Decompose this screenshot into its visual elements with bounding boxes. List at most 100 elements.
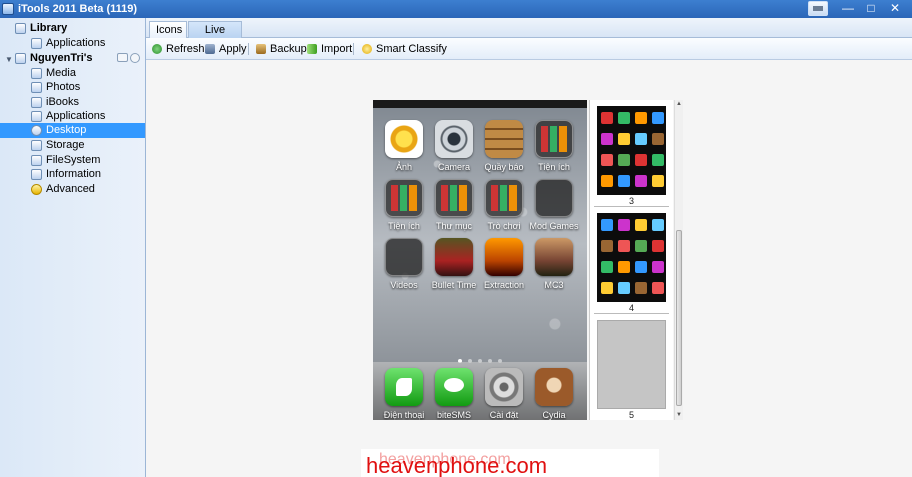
sidebar-item-library-applications[interactable]: Applications bbox=[0, 36, 145, 51]
mini-app-icon bbox=[618, 219, 630, 231]
scroll-down-arrow-icon[interactable]: ▼ bbox=[675, 411, 683, 419]
apply-button[interactable]: Apply bbox=[205, 41, 247, 57]
dock-app-settings[interactable]: Cài đặt bbox=[479, 368, 529, 420]
app-bullet-time[interactable]: Bullet Time bbox=[429, 238, 479, 296]
page-thumb-3[interactable]: 3 bbox=[594, 103, 669, 207]
folder-games[interactable]: Trò chơi bbox=[479, 179, 529, 237]
toolbar: Refresh Apply Backup Import Smart Classi… bbox=[146, 38, 912, 60]
mini-app-icon bbox=[618, 133, 630, 145]
mini-app-icon bbox=[652, 240, 664, 252]
mini-app-icon bbox=[635, 240, 647, 252]
mini-app-icon bbox=[635, 154, 647, 166]
mini-app-icon bbox=[635, 261, 647, 273]
app-photos[interactable]: Ảnh bbox=[379, 120, 429, 178]
minimize-button[interactable]: — bbox=[838, 1, 858, 16]
folder-videos[interactable]: Videos bbox=[379, 238, 429, 296]
title-bar: iTools 2011 Beta (1119) — □ ✕ bbox=[0, 0, 912, 18]
refresh-label: Refresh bbox=[166, 43, 205, 55]
mini-app-icon bbox=[635, 219, 647, 231]
page-thumb-4[interactable]: 4 bbox=[594, 210, 669, 314]
smart-classify-label: Smart Classify bbox=[376, 43, 447, 55]
sidebar-item-filesystem[interactable]: FileSystem bbox=[0, 153, 145, 168]
sms-bubble-icon bbox=[435, 368, 473, 406]
library-icon bbox=[15, 23, 26, 34]
tab-icons[interactable]: Icons bbox=[149, 21, 187, 38]
app-newsstand[interactable]: Quầy báo bbox=[479, 120, 529, 178]
toolbar-separator bbox=[353, 43, 354, 55]
app-extraction[interactable]: Extraction bbox=[479, 238, 529, 296]
page-thumbnails: 3 4 5 bbox=[589, 100, 673, 420]
mini-app-icon bbox=[601, 219, 613, 231]
filesystem-icon bbox=[31, 155, 42, 166]
close-button[interactable]: ✕ bbox=[884, 1, 906, 16]
dock-app-phone[interactable]: Điện thoại bbox=[379, 368, 429, 420]
folder-utilities-2[interactable]: Tiện ích bbox=[379, 179, 429, 237]
tray-icon[interactable] bbox=[808, 1, 828, 16]
scroll-up-arrow-icon[interactable]: ▲ bbox=[675, 100, 683, 108]
mini-app-icon bbox=[618, 240, 630, 252]
vertical-scrollbar[interactable]: ▲ ▼ bbox=[674, 100, 683, 420]
mini-app-icon bbox=[652, 154, 664, 166]
page-number: 3 bbox=[628, 196, 634, 206]
sidebar-group-library[interactable]: Library bbox=[0, 21, 145, 36]
sidebar-group-label: NguyenTri's bbox=[30, 52, 93, 64]
folder-icon bbox=[435, 179, 473, 217]
dock-app-cydia[interactable]: Cydia bbox=[529, 368, 579, 420]
sidebar-item-label: Storage bbox=[46, 139, 85, 151]
backup-button[interactable]: Backup bbox=[256, 41, 307, 57]
sidebar-item-label: iBooks bbox=[46, 96, 80, 108]
mini-app-icon bbox=[601, 133, 613, 145]
import-button[interactable]: Import bbox=[307, 41, 353, 57]
mini-app-icon bbox=[635, 112, 647, 124]
sidebar-item-advanced[interactable]: Advanced bbox=[0, 182, 145, 197]
sidebar-item-photos[interactable]: Photos bbox=[0, 80, 145, 95]
sidebar-item-label: FileSystem bbox=[46, 154, 101, 166]
gear-icon bbox=[485, 368, 523, 406]
mini-app-icon bbox=[635, 282, 647, 294]
window-title: iTools 2011 Beta (1119) bbox=[18, 3, 138, 15]
sidebar-item-applications[interactable]: Applications bbox=[0, 109, 145, 124]
media-icon bbox=[31, 68, 42, 79]
app-camera[interactable]: Camera bbox=[429, 120, 479, 178]
page-thumb-5[interactable]: 5 bbox=[594, 317, 669, 420]
mini-app-icon bbox=[618, 261, 630, 273]
applications-icon bbox=[31, 38, 42, 49]
apply-label: Apply bbox=[219, 43, 247, 55]
mini-app-icon bbox=[618, 112, 630, 124]
mini-app-icon bbox=[618, 282, 630, 294]
maximize-button[interactable]: □ bbox=[861, 1, 881, 16]
import-label: Import bbox=[321, 43, 353, 55]
eject-icon[interactable] bbox=[130, 53, 140, 63]
status-bar bbox=[373, 100, 587, 108]
page-number: 4 bbox=[628, 303, 634, 313]
app-label: Mod Games bbox=[529, 221, 579, 231]
folder-mod-games[interactable]: Mod Games bbox=[529, 179, 579, 237]
folder-icon bbox=[385, 179, 423, 217]
dock-app-bitesms[interactable]: biteSMS bbox=[429, 368, 479, 420]
sidebar: Library Applications ▼ NguyenTri's Media… bbox=[0, 18, 146, 477]
app-label: Cydia bbox=[542, 410, 566, 420]
refresh-icon bbox=[152, 44, 162, 54]
sidebar-item-desktop[interactable]: Desktop bbox=[0, 123, 145, 138]
sidebar-item-ibooks[interactable]: iBooks bbox=[0, 95, 145, 110]
tab-live-desktop[interactable]: Live Desktop bbox=[188, 21, 242, 52]
dock: Điện thoại biteSMS Cài đặt Cydia bbox=[373, 362, 587, 420]
sidebar-item-storage[interactable]: Storage bbox=[0, 138, 145, 153]
camera-icon bbox=[435, 120, 473, 158]
folder-directory[interactable]: Thư mục bbox=[429, 179, 479, 237]
scrollbar-thumb[interactable] bbox=[676, 230, 682, 406]
mini-app-icon bbox=[601, 240, 613, 252]
sidebar-item-media[interactable]: Media bbox=[0, 66, 145, 81]
smart-classify-button[interactable]: Smart Classify bbox=[362, 41, 447, 57]
folder-utilities[interactable]: Tiện ích bbox=[529, 120, 579, 178]
collapse-arrow-icon[interactable]: ▼ bbox=[5, 52, 13, 67]
sidebar-item-information[interactable]: Information bbox=[0, 167, 145, 182]
sidebar-item-label: Advanced bbox=[46, 183, 95, 195]
apply-icon bbox=[205, 44, 215, 54]
mini-app-icon bbox=[652, 133, 664, 145]
sidebar-item-label: Photos bbox=[46, 81, 81, 93]
mini-app-icon bbox=[601, 282, 613, 294]
sidebar-group-device[interactable]: ▼ NguyenTri's bbox=[0, 51, 145, 66]
refresh-button[interactable]: Refresh bbox=[152, 41, 205, 57]
app-mc3[interactable]: MC3 bbox=[529, 238, 579, 296]
